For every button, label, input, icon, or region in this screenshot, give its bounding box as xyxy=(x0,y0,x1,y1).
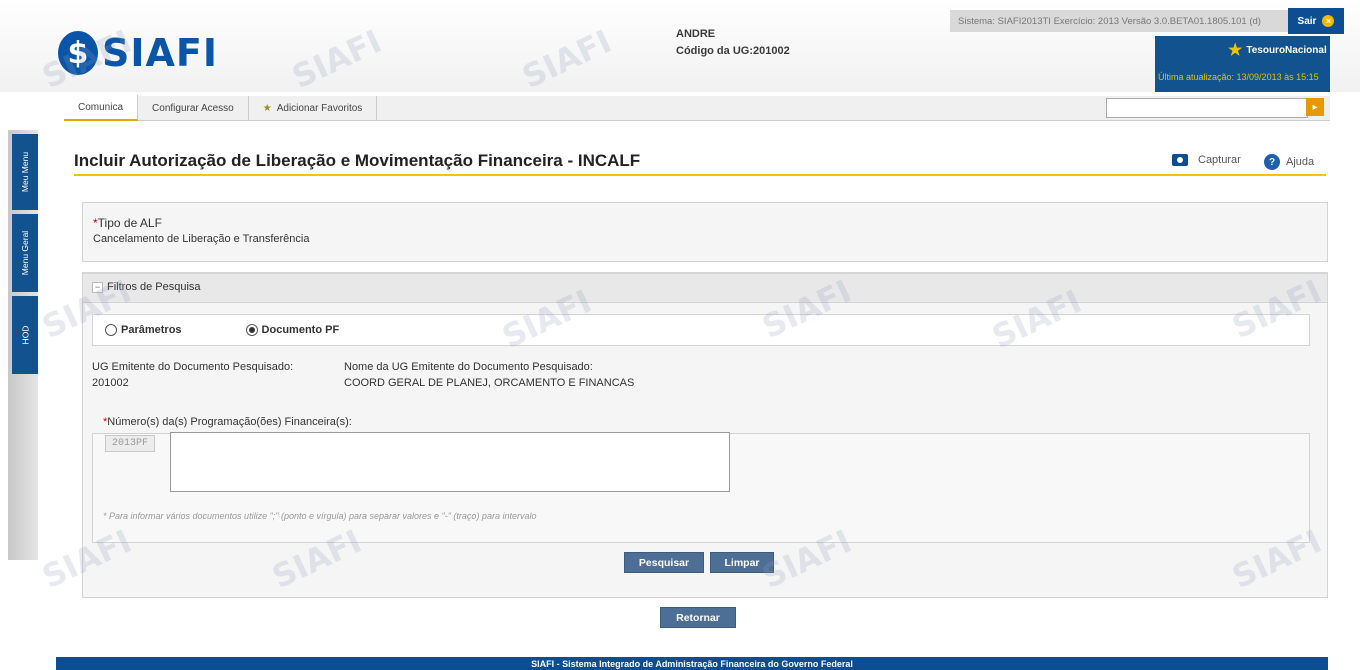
tab-label: Menu Geral xyxy=(20,230,31,276)
radio-circle-icon xyxy=(105,324,117,336)
filtros-toggle[interactable]: − Filtros de Pesquisa xyxy=(92,281,201,293)
help-icon: ? xyxy=(1264,154,1280,170)
limpar-button[interactable]: Limpar xyxy=(710,552,774,573)
filtros-title: Filtros de Pesquisa xyxy=(107,281,201,293)
radio-parametros[interactable]: Parâmetros xyxy=(105,324,182,336)
page-title: Incluir Autorização de Liberação e Movim… xyxy=(74,151,641,170)
retornar-button[interactable]: Retornar xyxy=(660,607,736,628)
user-name: ANDRE xyxy=(676,28,716,40)
numeros-label: *Número(s) da(s) Programação(ões) Financ… xyxy=(103,416,352,428)
user-info: ANDRE Código da UG:201002 xyxy=(676,28,790,62)
exit-button[interactable]: Sair × xyxy=(1288,8,1344,34)
footer-bar: SIAFI - Sistema Integrado de Administraç… xyxy=(56,657,1328,670)
help-link[interactable]: ? Ajuda xyxy=(1264,154,1314,170)
tab-hod[interactable]: HOD xyxy=(12,296,38,374)
nome-ug-label: Nome da UG Emitente do Documento Pesquis… xyxy=(344,361,593,373)
arrow-right-icon: ▸ xyxy=(1312,101,1318,113)
quick-search-input[interactable] xyxy=(1106,98,1308,118)
menu-item-label: Configurar Acesso xyxy=(152,102,234,114)
ug-info: Código da UG:201002 xyxy=(676,45,790,57)
ug-emitente-label: UG Emitente do Documento Pesquisado: xyxy=(92,361,294,373)
last-update: Última atualização: 13/09/2013 às 15:15 xyxy=(1158,72,1319,82)
radio-label: Documento PF xyxy=(261,324,340,336)
tab-meu-menu[interactable]: Meu Menu xyxy=(12,134,38,210)
camera-icon xyxy=(1172,154,1188,166)
favorite-star-icon: ★ xyxy=(262,102,272,114)
search-mode-group: Parâmetros Documento PF xyxy=(92,314,1310,346)
ug-label: Código da UG: xyxy=(676,45,753,57)
menu-item-configurar-acesso[interactable]: Configurar Acesso xyxy=(138,96,249,120)
tipo-alf-label: *Tipo de ALF xyxy=(93,216,162,230)
system-info-bar: Sistema: SIAFI2013TI Exercício: 2013 Ver… xyxy=(950,10,1328,32)
tipo-alf-label-text: Tipo de ALF xyxy=(97,216,162,230)
star-icon: ★ xyxy=(1228,42,1243,59)
radio-label: Parâmetros xyxy=(121,324,182,336)
logo-text: SIAFI xyxy=(101,31,218,75)
siafi-logo: $ SIAFI xyxy=(58,30,218,76)
menu-item-comunica[interactable]: Comunica xyxy=(64,95,139,121)
close-icon: × xyxy=(1322,15,1335,27)
menu-item-label: Adicionar Favoritos xyxy=(276,102,363,114)
ug-code: 201002 xyxy=(753,45,790,57)
radio-checked-icon xyxy=(245,324,258,336)
tab-menu-geral[interactable]: Menu Geral xyxy=(12,214,38,292)
collapse-icon: − xyxy=(92,281,103,293)
capture-label: Capturar xyxy=(1198,154,1241,166)
nome-ug-value: COORD GERAL DE PLANEJ, ORCAMENTO E FINAN… xyxy=(344,377,635,389)
ug-emitente-value: 201002 xyxy=(92,377,129,389)
document-prefix: 2013PF xyxy=(105,435,155,452)
numeros-label-text: Número(s) da(s) Programação(ões) Finance… xyxy=(107,416,352,428)
numeros-textarea[interactable] xyxy=(170,432,730,492)
siafi-logo-icon: $ xyxy=(58,31,98,75)
input-hint: * Para informar vários documentos utiliz… xyxy=(103,511,537,521)
help-label: Ajuda xyxy=(1286,156,1315,168)
tesouro-nacional-logo: ★ TesouroNacional xyxy=(1228,40,1327,60)
tab-label: Meu Menu xyxy=(20,151,31,193)
brand-text: TesouroNacional xyxy=(1246,44,1327,56)
menu-item-label: Comunica xyxy=(78,101,124,113)
title-divider xyxy=(74,174,1326,176)
search-go-button[interactable]: ▸ xyxy=(1306,98,1324,116)
tab-label: HOD xyxy=(19,325,30,345)
tipo-alf-panel xyxy=(82,202,1328,262)
menu-item-adicionar-favoritos[interactable]: ★ Adicionar Favoritos xyxy=(249,96,378,120)
capture-link[interactable]: Capturar xyxy=(1172,154,1241,166)
exit-label: Sair xyxy=(1297,15,1317,27)
tipo-alf-value: Cancelamento de Liberação e Transferênci… xyxy=(93,233,310,245)
pesquisar-button[interactable]: Pesquisar xyxy=(624,552,704,573)
filtros-header[interactable] xyxy=(82,273,1328,303)
radio-documento-pf[interactable]: Documento PF xyxy=(245,324,340,336)
